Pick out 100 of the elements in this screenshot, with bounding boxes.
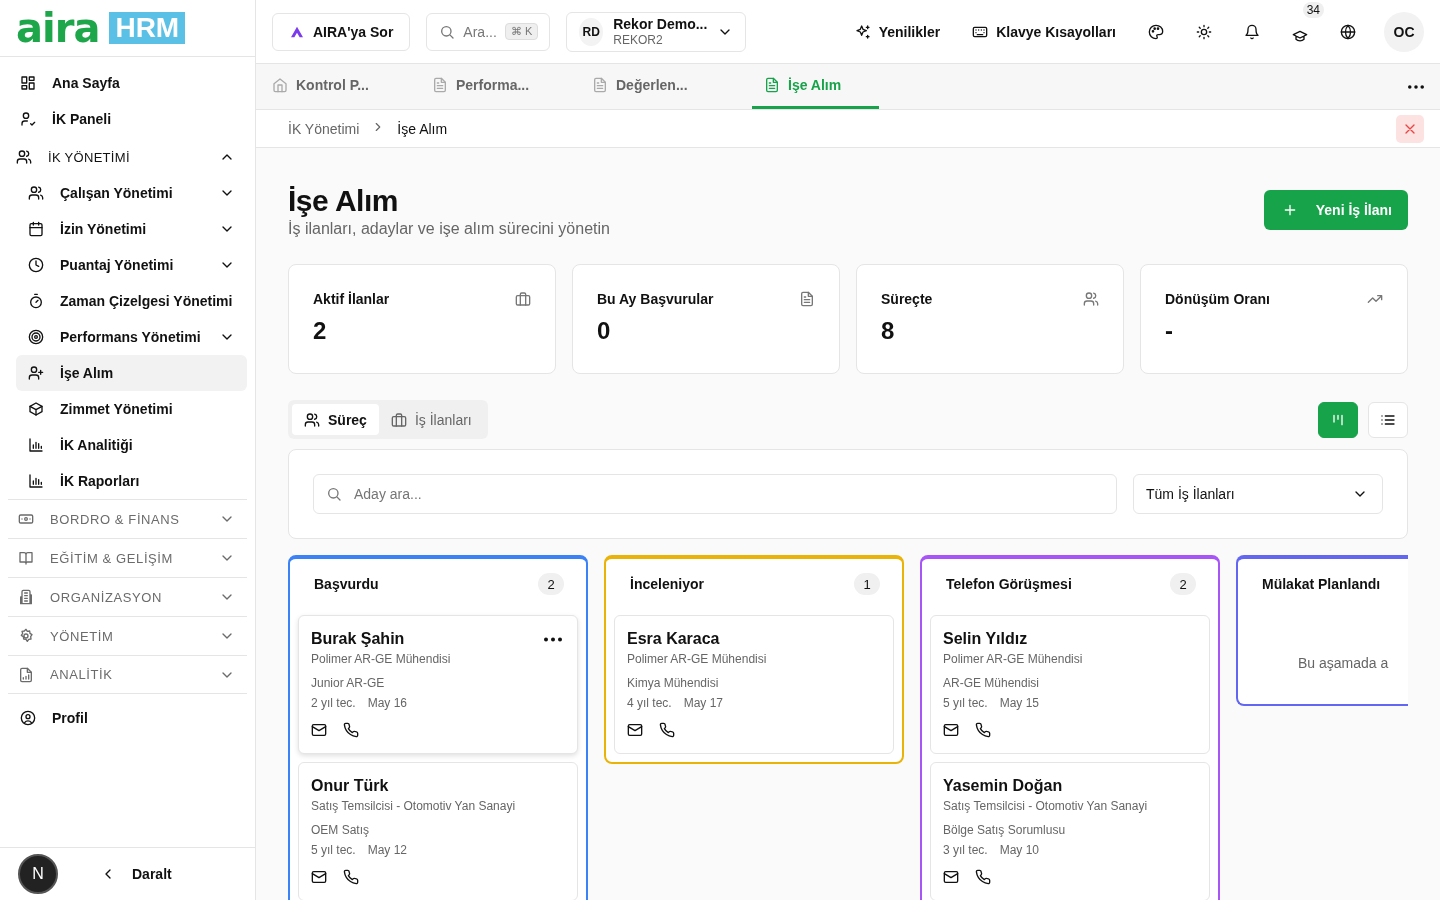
experience-text: 4 yıl tec. <box>627 696 672 710</box>
briefcase-icon <box>515 291 531 307</box>
user-avatar[interactable]: OC <box>1384 11 1424 52</box>
palette-icon <box>1148 23 1164 40</box>
tab[interactable]: Performa... <box>432 64 592 109</box>
nav-item[interactable]: Zaman Çizelgesi Yönetimi <box>16 283 247 319</box>
mail-icon <box>943 869 959 885</box>
phone-icon <box>975 722 991 738</box>
briefcase-icon <box>390 411 407 428</box>
more-icon <box>1408 84 1424 89</box>
count-badge: 2 <box>538 573 564 595</box>
breadcrumb-current: İşe Alım <box>397 120 448 137</box>
nav-item[interactable]: Ana Sayfa <box>8 65 247 101</box>
list-view-button[interactable] <box>1368 401 1408 438</box>
nav-section[interactable]: EĞİTİM & GELİŞİM <box>8 538 247 577</box>
avatar: N <box>18 854 58 894</box>
breadcrumb-link[interactable]: İK Yönetimi <box>288 120 360 137</box>
mail-icon <box>943 722 959 738</box>
nav-item[interactable]: İşe Alım <box>16 355 247 391</box>
candidate-role: Bölge Satış Sorumlusu <box>943 823 1067 837</box>
job-filter-dropdown[interactable]: Tüm İş İlanları <box>1133 474 1383 514</box>
view-tab[interactable]: Süreç <box>292 404 379 435</box>
nav-item[interactable]: Zimmet Yönetimi <box>16 391 247 427</box>
experience-text: 5 yıl tec. <box>943 696 988 710</box>
nav-item[interactable]: İzin Yönetimi <box>16 211 247 247</box>
nav-group-header[interactable]: İK YÖNETİMİ <box>8 139 247 175</box>
document-icon <box>764 77 780 93</box>
sun-icon <box>1196 23 1212 40</box>
candidate-card[interactable]: Yasemin Doğan Satış Temsilcisi - Otomotiv Yan Sanayi Bölge Satış Sorumlusu 3 yıl tec. May 10 <box>930 762 1210 900</box>
nav-item[interactable]: İK Raporları <box>16 463 247 499</box>
candidate-name: Selin Yıldız <box>943 630 1028 648</box>
stat-label: Bu Ay Başvurular <box>597 291 714 307</box>
job-title: Polimer AR-GE Mühendisi <box>943 652 1084 666</box>
tab[interactable]: Kontrol P... <box>272 64 432 109</box>
document-icon <box>432 77 448 93</box>
candidate-card[interactable]: Burak Şahin Polimer AR-GE Mühendisi Junior AR-GE 2 yıl tec. May 16 <box>298 615 578 754</box>
bell-icon <box>1244 23 1260 40</box>
job-title: Satış Temsilcisi - Otomotiv Yan Sanayi <box>943 799 1149 813</box>
candidate-search-field[interactable]: Aday ara... <box>313 474 1117 514</box>
account-org: REKOR2 <box>613 31 664 48</box>
candidate-role: Kimya Mühendisi <box>627 676 720 690</box>
shortcuts-button[interactable]: Klavye Kısayolları <box>964 23 1124 40</box>
nav-item[interactable]: İK Analitiği <box>16 427 247 463</box>
column-title: Telefon Görüşmesi <box>946 576 1072 592</box>
candidate-name: Onur Türk <box>311 777 389 795</box>
clock-icon <box>28 257 44 273</box>
banknote-icon <box>18 511 34 527</box>
date-text: May 10 <box>999 843 1040 857</box>
book-icon <box>18 550 34 566</box>
tab[interactable]: Değerlen... <box>592 64 752 109</box>
board-view-button[interactable] <box>1318 401 1358 438</box>
search-field[interactable]: Ara... ⌘ K <box>426 12 551 51</box>
nav-item[interactable]: Performans Yönetimi <box>16 319 247 355</box>
collapse-button[interactable]: Daralt <box>100 866 172 882</box>
building-icon <box>18 589 34 605</box>
bar-chart-icon <box>28 437 44 453</box>
box-icon <box>28 401 44 417</box>
experience-text: 5 yıl tec. <box>311 843 356 857</box>
candidate-role: AR-GE Mühendisi <box>943 676 1041 690</box>
date-text: May 16 <box>367 696 408 710</box>
candidate-name: Burak Şahin <box>311 630 405 648</box>
news-button[interactable]: Yenilikler <box>846 23 949 40</box>
count-badge: 1 <box>854 573 880 595</box>
nav-section[interactable]: BORDRO & FİNANS <box>8 499 247 538</box>
stat-value: - <box>1165 317 1174 345</box>
logo-wordmark: aira <box>16 8 100 48</box>
stat-label: Dönüşüm Oranı <box>1165 291 1270 307</box>
view-tab[interactable]: İş İlanları <box>378 404 484 435</box>
ask-ai-button[interactable]: AIRA'ya Sor <box>272 12 411 51</box>
candidate-card[interactable]: Onur Türk Satış Temsilcisi - Otomotiv Yan Sanayi OEM Satış 5 yıl tec. May 12 <box>298 762 578 900</box>
nav-section[interactable]: ANALİTİK <box>8 655 247 694</box>
nav-section[interactable]: YÖNETİM <box>8 616 247 655</box>
job-title: Satış Temsilcisi - Otomotiv Yan Sanayi <box>311 799 517 813</box>
user-check-icon <box>20 111 36 127</box>
candidate-card[interactable]: Selin Yıldız Polimer AR-GE Mühendisi AR-GE Mühendisi 5 yıl tec. May 15 <box>930 615 1210 754</box>
count-badge: 2 <box>1170 573 1196 595</box>
candidate-role: Junior AR-GE <box>311 676 386 690</box>
home-icon <box>272 77 288 93</box>
nav-item[interactable]: İK Paneli <box>8 101 247 137</box>
date-text: May 12 <box>367 843 408 857</box>
job-title: Polimer AR-GE Mühendisi <box>627 652 768 666</box>
user-plus-icon <box>28 365 44 381</box>
mail-icon <box>311 869 327 885</box>
column-title: İnceleniyor <box>630 576 704 592</box>
phone-icon <box>659 722 675 738</box>
stat-label: Aktif İlanlar <box>313 291 390 307</box>
users-icon <box>304 411 320 428</box>
count-badge: 34 <box>1302 1 1324 18</box>
target-icon <box>28 329 44 345</box>
candidate-card[interactable]: Esra Karaca Polimer AR-GE Mühendisi Kimya Mühendisi 4 yıl tec. May 17 <box>614 615 894 754</box>
nav-section[interactable]: ORGANİZASYON <box>8 577 247 616</box>
nav-item[interactable]: Puantaj Yönetimi <box>16 247 247 283</box>
experience-text: 3 yıl tec. <box>943 843 988 857</box>
phone-icon <box>343 869 359 885</box>
user-circle-icon <box>20 710 36 726</box>
nav-item[interactable]: Çalışan Yönetimi <box>16 175 247 211</box>
bar-chart-icon <box>28 473 44 489</box>
stat-label: Süreçte <box>881 291 933 307</box>
grid-icon <box>20 75 36 91</box>
nav-item[interactable]: Profil <box>8 698 247 738</box>
